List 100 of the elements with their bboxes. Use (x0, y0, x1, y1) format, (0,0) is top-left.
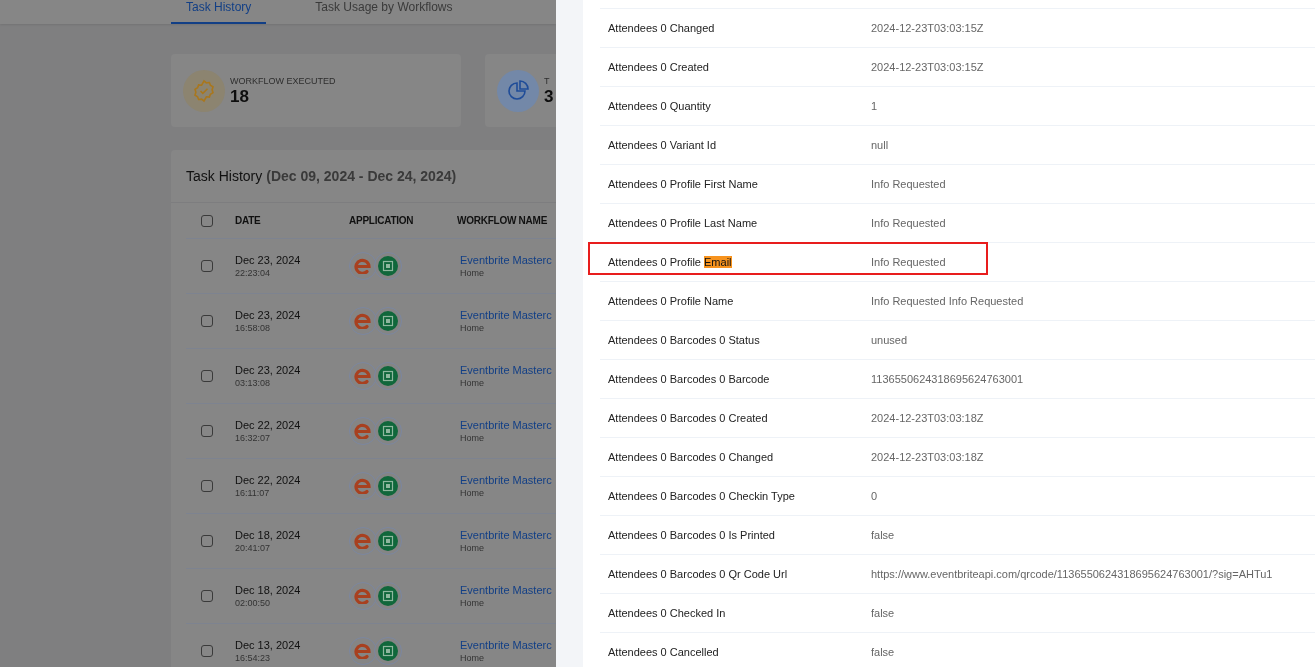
folder-text: Home (460, 597, 485, 609)
field-label: Attendees 0 Checked In (607, 605, 727, 621)
workflow-link[interactable]: Eventbrite Masterc (460, 363, 552, 377)
section-title: Task History (186, 166, 263, 186)
checkbox[interactable] (201, 590, 213, 602)
field-value: unused (871, 332, 908, 348)
tab[interactable]: Task History (171, 0, 267, 24)
field-label: Attendees 0 Changed (607, 20, 716, 36)
square-logo-icon (374, 362, 402, 390)
field-label: Attendees 0 Profile Last Name (607, 215, 759, 231)
checkbox[interactable] (201, 425, 213, 437)
time-text: 03:13:08 (235, 377, 272, 389)
badge-check-icon (183, 69, 225, 112)
date-text: Dec 18, 2024 (235, 583, 302, 597)
field-label: Attendees 0 Profile Name (607, 293, 735, 309)
field-label: Attendees 0 Barcodes 0 Changed (607, 449, 775, 465)
letter-e-logo-icon (349, 417, 377, 445)
field-label: Attendees 0 Created (607, 59, 710, 75)
letter-e-logo-icon (349, 307, 377, 335)
column-header: DATE (235, 214, 262, 228)
field-value: null (871, 137, 889, 153)
checkbox[interactable] (201, 214, 213, 227)
time-text: 02:00:50 (235, 597, 272, 609)
checkbox[interactable] (201, 645, 213, 657)
stat-value: 18 (230, 86, 250, 106)
field-label: Attendees 0 Profile Email (607, 254, 733, 270)
workflow-link[interactable]: Eventbrite Masterc (460, 308, 552, 322)
date-range: (Dec 09, 2024 - Dec 24, 2024) (266, 166, 457, 186)
letter-e-logo-icon (349, 582, 377, 610)
field-value: Info Requested Info Requested (871, 293, 1024, 309)
field-label: Attendees 0 Barcodes 0 Is Printed (607, 527, 776, 543)
folder-text: Home (460, 487, 485, 499)
field-label: Attendees 0 Variant Id (607, 137, 718, 153)
stat-value: 3 (544, 86, 554, 106)
field-label: Attendees 0 Quantity (607, 98, 712, 114)
letter-e-logo-icon (349, 252, 377, 280)
field-label: Attendees 0 Barcodes 0 Status (607, 332, 761, 348)
time-text: 16:54:23 (235, 652, 272, 664)
time-text: 16:58:08 (235, 322, 272, 334)
column-header: APPLICATION (349, 214, 415, 228)
checkbox[interactable] (201, 315, 213, 327)
field-value: Info Requested (871, 254, 946, 270)
time-text: 22:23:04 (235, 267, 272, 279)
stat-label: T (544, 75, 551, 87)
square-logo-icon (374, 582, 402, 610)
workflow-link[interactable]: Eventbrite Masterc (460, 253, 552, 267)
date-text: Dec 23, 2024 (235, 253, 302, 267)
column-header: WORKFLOW NAME (457, 214, 548, 228)
field-label: Attendees 0 Profile First Name (607, 176, 759, 192)
folder-text: Home (460, 652, 485, 664)
pie-chart-icon (497, 69, 539, 112)
date-text: Dec 18, 2024 (235, 528, 302, 542)
time-text: 20:41:07 (235, 542, 272, 554)
field-label: Attendees 0 Barcodes 0 Checkin Type (607, 488, 796, 504)
workflow-link[interactable]: Eventbrite Masterc (460, 418, 552, 432)
workflow-link[interactable]: Eventbrite Masterc (460, 473, 552, 487)
date-text: Dec 22, 2024 (235, 473, 302, 487)
stat-label: WORKFLOW EXECUTED (230, 75, 336, 87)
square-logo-icon (374, 252, 402, 280)
time-text: 16:11:07 (235, 487, 271, 499)
field-value: 2024-12-23T03:03:18Z (871, 410, 984, 426)
checkbox[interactable] (201, 370, 213, 382)
folder-text: Home (460, 377, 485, 389)
field-value: Info Requested (871, 215, 946, 231)
date-text: Dec 23, 2024 (235, 308, 302, 322)
field-value: 2024-12-23T03:03:15Z (871, 59, 984, 75)
letter-e-logo-icon (349, 362, 377, 390)
field-value: false (871, 644, 895, 660)
time-text: 16:32:07 (235, 432, 272, 444)
folder-text: Home (460, 432, 485, 444)
checkbox[interactable] (201, 260, 213, 272)
folder-text: Home (460, 267, 485, 279)
checkbox[interactable] (201, 535, 213, 547)
square-logo-icon (374, 417, 402, 445)
date-text: Dec 23, 2024 (235, 363, 302, 377)
workflow-link[interactable]: Eventbrite Masterc (460, 638, 552, 652)
square-logo-icon (374, 527, 402, 555)
field-value: 1136550624318695624763001 (871, 371, 1024, 387)
folder-text: Home (460, 542, 485, 554)
checkbox[interactable] (201, 480, 213, 492)
workflow-link[interactable]: Eventbrite Masterc (460, 583, 552, 597)
workflow-link[interactable]: Eventbrite Masterc (460, 528, 552, 542)
field-value: false (871, 527, 895, 543)
field-label: Attendees 0 Barcodes 0 Created (607, 410, 769, 426)
field-label: Attendees 0 Cancelled (607, 644, 720, 660)
field-value: 2024-12-23T03:03:18Z (871, 449, 984, 465)
field-value: 1 (871, 98, 878, 114)
field-value: Info Requested (871, 176, 946, 192)
folder-text: Home (460, 322, 485, 334)
field-value: 0 (871, 488, 878, 504)
field-value: 2024-12-23T03:03:15Z (871, 20, 984, 36)
field-label: Attendees 0 Barcodes 0 Barcode (607, 371, 771, 387)
square-logo-icon (374, 307, 402, 335)
field-value: https://www.eventbriteapi.com/qrcode/1136550624318695624763001/?sig=AHTu1 (871, 566, 1273, 582)
date-text: Dec 22, 2024 (235, 418, 302, 432)
field-label: Attendees 0 Barcodes 0 Qr Code Url (607, 566, 789, 582)
date-text: Dec 13, 2024 (235, 638, 302, 652)
letter-e-logo-icon (349, 472, 377, 500)
field-value: false (871, 605, 895, 621)
tab[interactable]: Task Usage by Workflows (300, 0, 468, 24)
